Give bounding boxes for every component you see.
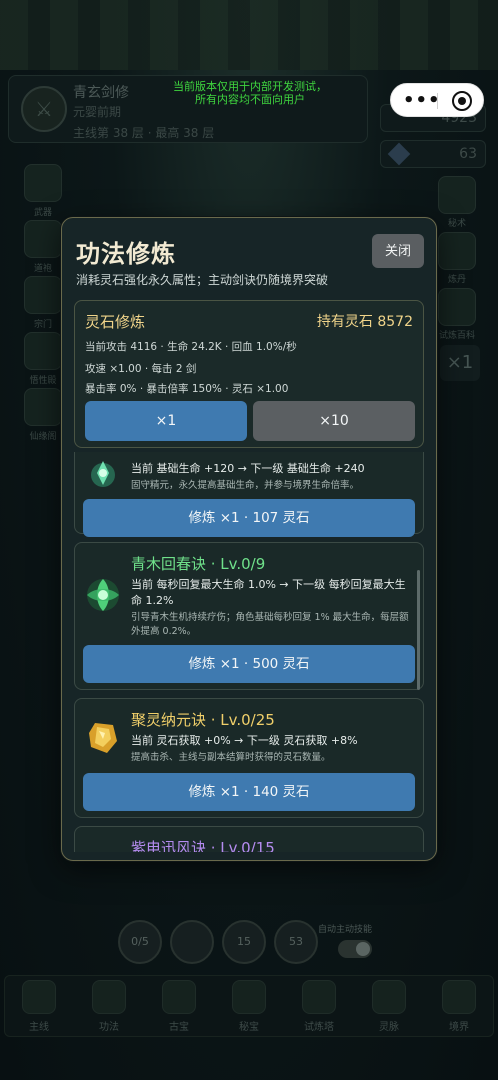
- modal-title: 功法修炼: [76, 240, 176, 268]
- panel-title: 灵石修炼: [85, 313, 146, 331]
- side-label: 秘术: [447, 219, 466, 229]
- capsule-divider: [437, 93, 438, 109]
- jade-lotus-icon: [91, 461, 115, 487]
- trial-wiki-icon[interactable]: [438, 288, 476, 326]
- ancient-treasure-icon: [162, 980, 196, 1014]
- cultivate-button[interactable]: 修炼 ×1 · 140 灵石: [83, 773, 415, 811]
- notice-line: 当前版本仅用于内部开发测试，: [173, 80, 327, 93]
- resource-gem: 63: [380, 140, 486, 168]
- trial-tower-icon: [302, 980, 336, 1014]
- mainline-icon: [22, 980, 56, 1014]
- technique-desc: 固守精元，永久提高基础生命，并参与境界生命倍率。: [131, 480, 360, 491]
- dev-test-notice: 当前版本仅用于内部开发测试， 所有内容均不面向用户: [130, 80, 370, 106]
- skill-slot[interactable]: 53: [274, 920, 318, 964]
- nav-label: 境界: [449, 1022, 469, 1033]
- spirit-stone-icon: [89, 723, 117, 753]
- list-scrollbar[interactable]: [417, 570, 420, 690]
- player-name: 青玄剑修: [73, 85, 129, 101]
- skill-slot[interactable]: [170, 920, 214, 964]
- nav-item-realm[interactable]: 境界: [429, 978, 489, 1036]
- technique-desc: 引导青木生机持续疗伤；角色基础每秒回复 1% 最大生命，每层额外提高 0.2%。: [131, 612, 409, 637]
- more-menu-icon[interactable]: •••: [403, 90, 441, 111]
- technique-title: 青木回春诀 · Lv.0/9: [131, 555, 266, 573]
- nav-label: 主线: [29, 1022, 49, 1033]
- technique-icon: [92, 980, 126, 1014]
- side-label: 武器: [33, 208, 52, 218]
- battle-scene-art: [0, 0, 498, 70]
- player-avatar: ⚔: [21, 86, 67, 132]
- technique-card: 青木回春诀 · Lv.0/9 当前 每秒回复最大生命 1.0% → 下一级 每秒…: [74, 542, 424, 690]
- player-floor: 主线第 38 层 · 最高 38 层: [73, 126, 215, 140]
- nav-label: 试炼塔: [304, 1022, 334, 1033]
- secret-treasure-icon: [232, 980, 266, 1014]
- nav-item-spirit-vein[interactable]: 灵脉: [359, 978, 419, 1036]
- cultivate-button[interactable]: 修炼 ×1 · 500 灵石: [83, 645, 415, 683]
- technique-effect: 当前 灵石获取 +0% → 下一级 灵石获取 +8%: [131, 734, 358, 747]
- notice-line: 所有内容均不面向用户: [195, 93, 305, 106]
- stats-line: 当前攻击 4116 · 生命 24.2K · 回血 1.0%/秒: [85, 341, 297, 353]
- technique-cultivation-modal: 功法修炼 关闭 消耗灵石强化永久属性；主动剑诀仍随境界突破 灵石修炼 持有灵石 …: [61, 217, 437, 861]
- technique-effect: 当前 每秒回复最大生命 1.0% → 下一级 每秒回复最大生命 1.2%: [131, 578, 406, 607]
- insight-hall-icon[interactable]: [24, 332, 62, 370]
- nav-item-mainline[interactable]: 主线: [9, 978, 69, 1036]
- green-wood-icon: [87, 579, 119, 611]
- nav-label: 秘宝: [239, 1022, 259, 1033]
- technique-effect: 当前 基础生命 +120 → 下一级 基础生命 +240: [131, 462, 365, 475]
- technique-title: 紫电迅风诀 · Lv.0/15: [131, 839, 275, 852]
- nav-label: 灵脉: [379, 1022, 399, 1033]
- skill-slot[interactable]: 15: [222, 920, 266, 964]
- technique-list[interactable]: 当前 基础生命 +120 → 下一级 基础生命 +240 固守精元，永久提高基础…: [74, 452, 426, 852]
- spirit-stone-cultivation-panel: 灵石修炼 持有灵石 8572 当前攻击 4116 · 生命 24.2K · 回血…: [74, 300, 424, 448]
- speed-multiplier-button[interactable]: ×1: [440, 345, 480, 381]
- exit-miniprogram-icon[interactable]: [452, 91, 472, 111]
- technique-title: 聚灵纳元诀 · Lv.0/25: [131, 711, 275, 729]
- gem-icon: [387, 142, 411, 166]
- weapon-icon[interactable]: [24, 164, 62, 202]
- player-realm: 元婴前期: [73, 105, 122, 119]
- nav-label: 功法: [99, 1022, 119, 1033]
- spirit-stone-holding: 持有灵石 8572: [316, 314, 413, 330]
- miniprogram-capsule[interactable]: •••: [390, 83, 484, 117]
- nav-item-ancient-treasure[interactable]: 古宝: [149, 978, 209, 1036]
- secret-art-icon[interactable]: [438, 176, 476, 214]
- realm-icon: [442, 980, 476, 1014]
- sect-icon[interactable]: [24, 276, 62, 314]
- fate-pavilion-icon[interactable]: [24, 388, 62, 426]
- close-button[interactable]: 关闭: [372, 234, 424, 268]
- nav-item-secret-treasure[interactable]: 秘宝: [219, 978, 279, 1036]
- auto-skill-toggle[interactable]: [338, 940, 372, 958]
- stats-line: 暴击率 0% · 暴击倍率 150% · 灵石 ×1.00: [85, 383, 289, 395]
- side-label: 试炼百科: [438, 331, 475, 341]
- nav-item-trial-tower[interactable]: 试炼塔: [289, 978, 349, 1036]
- resource-value: 63: [459, 146, 477, 162]
- technique-card: 当前 基础生命 +120 → 下一级 基础生命 +240 固守精元，永久提高基础…: [74, 452, 424, 537]
- auto-skill-label: 自动主动技能: [318, 925, 373, 935]
- cultivate-button[interactable]: 修炼 ×1 · 107 灵石: [83, 499, 415, 537]
- multiplier-x1-button[interactable]: ×1: [85, 401, 247, 441]
- skill-slot[interactable]: 0/5: [118, 920, 162, 964]
- spirit-vein-icon: [372, 980, 406, 1014]
- robe-icon[interactable]: [24, 220, 62, 258]
- nav-item-technique[interactable]: 功法: [79, 978, 139, 1036]
- alchemy-icon[interactable]: [438, 232, 476, 270]
- side-label: 炼丹: [447, 275, 466, 285]
- technique-card: 聚灵纳元诀 · Lv.0/25 当前 灵石获取 +0% → 下一级 灵石获取 +…: [74, 698, 424, 818]
- modal-subtitle: 消耗灵石强化永久属性；主动剑诀仍随境界突破: [76, 273, 329, 287]
- technique-desc: 提高击杀、主线与副本结算时获得的灵石数量。: [131, 752, 331, 763]
- stats-line: 攻速 ×1.00 · 每击 2 剑: [85, 363, 197, 375]
- multiplier-x10-button[interactable]: ×10: [253, 401, 415, 441]
- nav-label: 古宝: [169, 1022, 189, 1033]
- skill-bar: 0/5 15 53 自动主动技能: [0, 920, 498, 970]
- technique-card: 紫电迅风诀 · Lv.0/15: [74, 826, 424, 852]
- bottom-nav: 主线 功法 古宝 秘宝 试炼塔 灵脉 境界: [4, 975, 494, 1037]
